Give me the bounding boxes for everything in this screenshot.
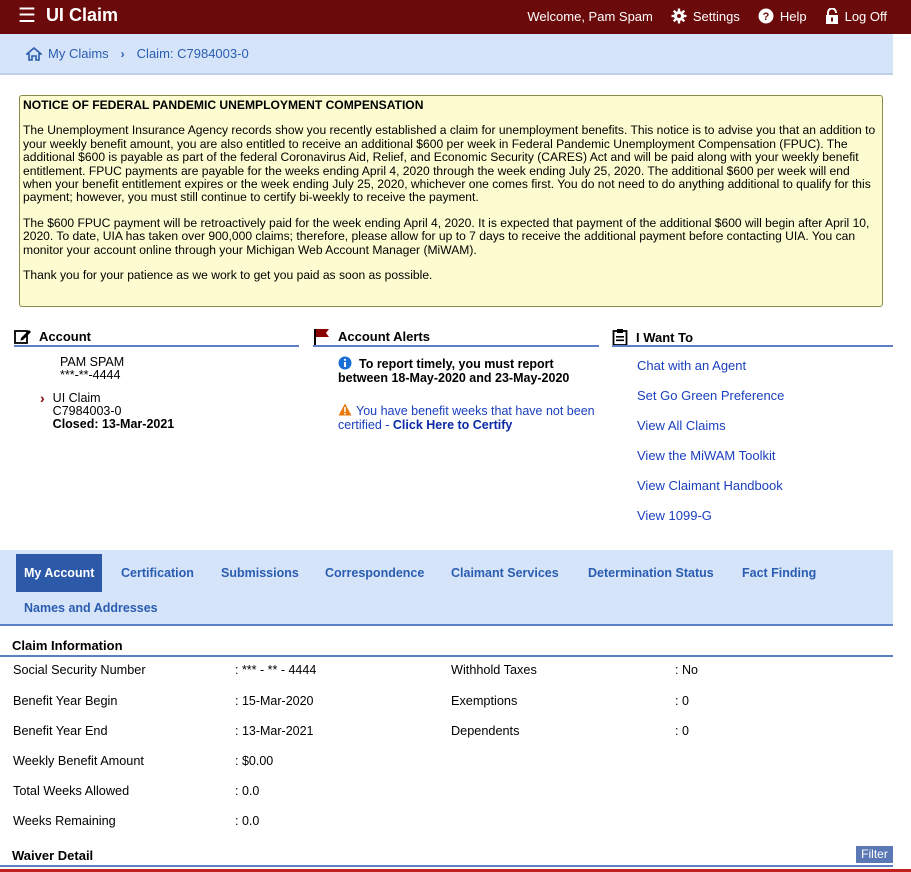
ssn-value: : *** - ** - 4444 [235, 663, 317, 677]
chevron-right-icon: › [120, 46, 125, 61]
iwant-divider [612, 345, 893, 347]
benefit-year-begin-label: Benefit Year Begin [13, 694, 118, 708]
exemptions-value: : 0 [675, 694, 689, 708]
home-icon[interactable] [26, 46, 42, 61]
help-icon: ? [758, 8, 774, 24]
account-heading: Account [14, 328, 91, 345]
benefit-year-end-label: Benefit Year End [13, 724, 108, 738]
chevron-right-icon: › [40, 390, 45, 406]
notice-paragraph-1: The Unemployment Insurance Agency record… [23, 123, 876, 205]
weeks-remaining-label: Weeks Remaining [13, 814, 116, 828]
waiver-heading: Waiver Detail [12, 848, 94, 863]
withhold-taxes-label: Withhold Taxes [451, 663, 537, 677]
iwant-go-green-link[interactable]: Set Go Green Preference [637, 388, 784, 403]
account-ssn: ***-**-4444 [60, 368, 121, 382]
lock-icon [825, 8, 838, 24]
svg-text:?: ? [762, 11, 769, 23]
certify-alert: You have benefit weeks that have not bee… [338, 403, 598, 432]
weekly-benefit-value: : $0.00 [235, 754, 274, 768]
account-holder: PAM SPAM ***-**-4444 [60, 356, 124, 382]
welcome-text: Welcome, Pam Spam [527, 8, 653, 24]
alerts-heading: Account Alerts [313, 328, 430, 345]
filter-button[interactable]: Filter [856, 846, 893, 863]
claim-info-heading: Claim Information [12, 638, 123, 653]
weekly-benefit-label: Weekly Benefit Amount [13, 754, 144, 768]
notice-title: NOTICE OF FEDERAL PANDEMIC UNEMPLOYMENT … [23, 98, 424, 112]
tab-fact-finding[interactable]: Fact Finding [742, 566, 816, 580]
reporting-window-alert: To report timely, you must report betwee… [338, 357, 598, 385]
breadcrumb-my-claims[interactable]: My Claims [48, 46, 109, 61]
top-bar: ☰ UI Claim Welcome, Pam Spam Settings ? … [0, 0, 911, 34]
iwant-1099g-link[interactable]: View 1099-G [637, 508, 712, 523]
tab-claimant-services[interactable]: Claimant Services [451, 566, 559, 580]
breadcrumb: My Claims › Claim: C7984003-0 [26, 46, 249, 61]
log-off-label: Log Off [844, 8, 887, 24]
withhold-taxes-value: : No [675, 663, 698, 677]
iwant-heading-label: I Want To [636, 329, 694, 345]
ssn-label: Social Security Number [13, 663, 146, 677]
help-label: Help [779, 8, 807, 24]
breadcrumb-current-claim[interactable]: Claim: C7984003-0 [137, 46, 249, 61]
account-heading-label: Account [39, 329, 91, 344]
total-weeks-label: Total Weeks Allowed [13, 784, 130, 798]
dependents-label: Dependents [451, 724, 520, 738]
help-link[interactable]: ? Help [758, 8, 807, 24]
app-title: UI Claim [45, 5, 118, 25]
benefit-year-end-value: : 13-Mar-2021 [235, 724, 314, 738]
claim-info-divider [0, 655, 893, 657]
hamburger-menu-icon[interactable]: ☰ [18, 6, 36, 26]
right-margin [893, 34, 911, 869]
tab-correspondence[interactable]: Correspondence [325, 566, 424, 580]
exemptions-label: Exemptions [451, 694, 518, 708]
edit-icon [14, 330, 31, 344]
iwant-chat-link[interactable]: Chat with an Agent [637, 358, 746, 373]
reporting-window-text: To report timely, you must report betwee… [338, 357, 570, 385]
iwant-handbook-link[interactable]: View Claimant Handbook [637, 478, 783, 493]
iwant-heading: I Want To [612, 328, 693, 346]
tab-submissions[interactable]: Submissions [221, 566, 299, 580]
certify-link[interactable]: Click Here to Certify [393, 418, 512, 432]
notice-paragraph-2: The $600 FPUC payment will be retroactiv… [23, 215, 870, 257]
log-off-link[interactable]: Log Off [825, 8, 887, 24]
waiver-divider [0, 865, 893, 867]
claim-summary[interactable]: › UI Claim C7984003-0 Closed: 13-Mar-202… [40, 390, 175, 431]
benefit-year-begin-value: : 15-Mar-2020 [235, 694, 314, 708]
warning-icon [338, 403, 352, 416]
breadcrumb-bar: My Claims › Claim: C7984003-0 [0, 34, 893, 75]
clipboard-icon [612, 329, 628, 346]
tab-determination-status[interactable]: Determination Status [588, 566, 714, 580]
fpuc-notice: NOTICE OF FEDERAL PANDEMIC UNEMPLOYMENT … [19, 95, 883, 307]
tab-my-account[interactable]: My Account [16, 554, 103, 592]
dependents-value: : 0 [675, 724, 689, 738]
tab-bar: My Account Certification Submissions Cor… [0, 550, 893, 626]
iwant-all-claims-link[interactable]: View All Claims [637, 418, 726, 433]
flag-icon [314, 329, 329, 345]
settings-label: Settings [692, 8, 740, 24]
alerts-divider [313, 345, 599, 347]
settings-link[interactable]: Settings [671, 8, 740, 24]
notice-paragraph-3: Thank you for your patience as we work t… [23, 268, 433, 283]
gear-icon [671, 8, 687, 24]
tab-names-addresses[interactable]: Names and Addresses [24, 601, 158, 615]
claim-closed-date: Closed: 13-Mar-2021 [52, 417, 175, 431]
alerts-heading-label: Account Alerts [338, 329, 430, 344]
total-weeks-value: : 0.0 [235, 784, 260, 798]
tab-certification[interactable]: Certification [121, 566, 194, 580]
iwant-toolkit-link[interactable]: View the MiWAM Toolkit [637, 448, 775, 463]
weeks-remaining-value: : 0.0 [235, 814, 260, 828]
account-divider [14, 345, 299, 347]
